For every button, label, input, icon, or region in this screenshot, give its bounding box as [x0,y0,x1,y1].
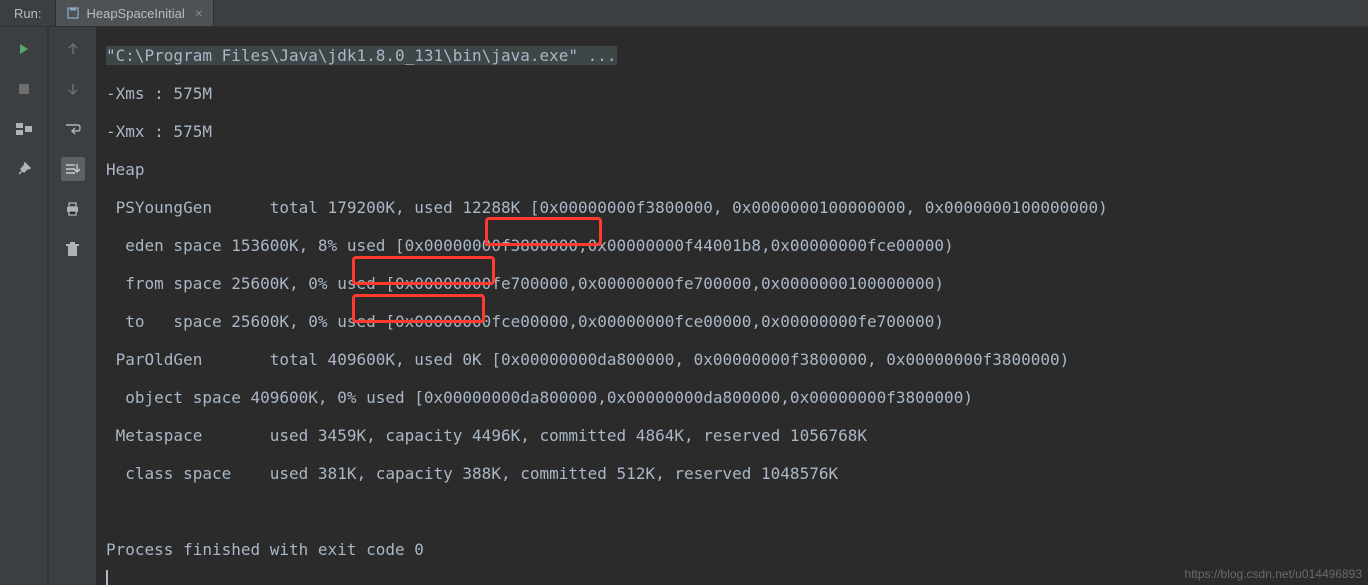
arrow-down-button[interactable] [61,77,85,101]
stop-button[interactable] [12,77,36,101]
right-gutter [48,27,96,585]
trash-button[interactable] [61,237,85,261]
rerun-button[interactable] [12,37,36,61]
arrow-up-button[interactable] [61,37,85,61]
console-line: class space used 381K, capacity 388K, co… [106,455,1368,493]
cursor-line [106,569,1368,585]
tab-title: HeapSpaceInitial [86,6,184,21]
app-icon [66,6,80,20]
print-button[interactable] [61,197,85,221]
console-line: eden space 153600K, 8% used [0x00000000f… [106,227,1368,265]
pin-button[interactable] [12,157,36,181]
left-gutter [0,27,48,585]
console-line: -Xmx : 575M [106,113,1368,151]
console-line: Metaspace used 3459K, capacity 4496K, co… [106,417,1368,455]
console-line: to space 25600K, 0% used [0x00000000fce0… [106,303,1368,341]
console-line [106,493,1368,531]
console-line: "C:\Program Files\Java\jdk1.8.0_131\bin\… [106,37,1368,75]
console-line: ParOldGen total 409600K, used 0K [0x0000… [106,341,1368,379]
watermark: https://blog.csdn.net/u014496893 [1185,567,1362,581]
console-line: -Xms : 575M [106,75,1368,113]
layout-button[interactable] [12,117,36,141]
soft-wrap-button[interactable] [61,117,85,141]
console-line: Process finished with exit code 0 [106,531,1368,569]
run-header: Run: HeapSpaceInitial × [0,0,1368,27]
console-line: Heap [106,151,1368,189]
scroll-to-end-button[interactable] [61,157,85,181]
run-label: Run: [0,0,56,26]
console-line: from space 25600K, 0% used [0x00000000fe… [106,265,1368,303]
close-icon[interactable]: × [195,5,203,21]
run-tab[interactable]: HeapSpaceInitial × [56,0,213,26]
main-area: "C:\Program Files\Java\jdk1.8.0_131\bin\… [0,27,1368,585]
console-output[interactable]: "C:\Program Files\Java\jdk1.8.0_131\bin\… [96,27,1368,585]
console-line: PSYoungGen total 179200K, used 12288K [0… [106,189,1368,227]
console-line: object space 409600K, 0% used [0x0000000… [106,379,1368,417]
